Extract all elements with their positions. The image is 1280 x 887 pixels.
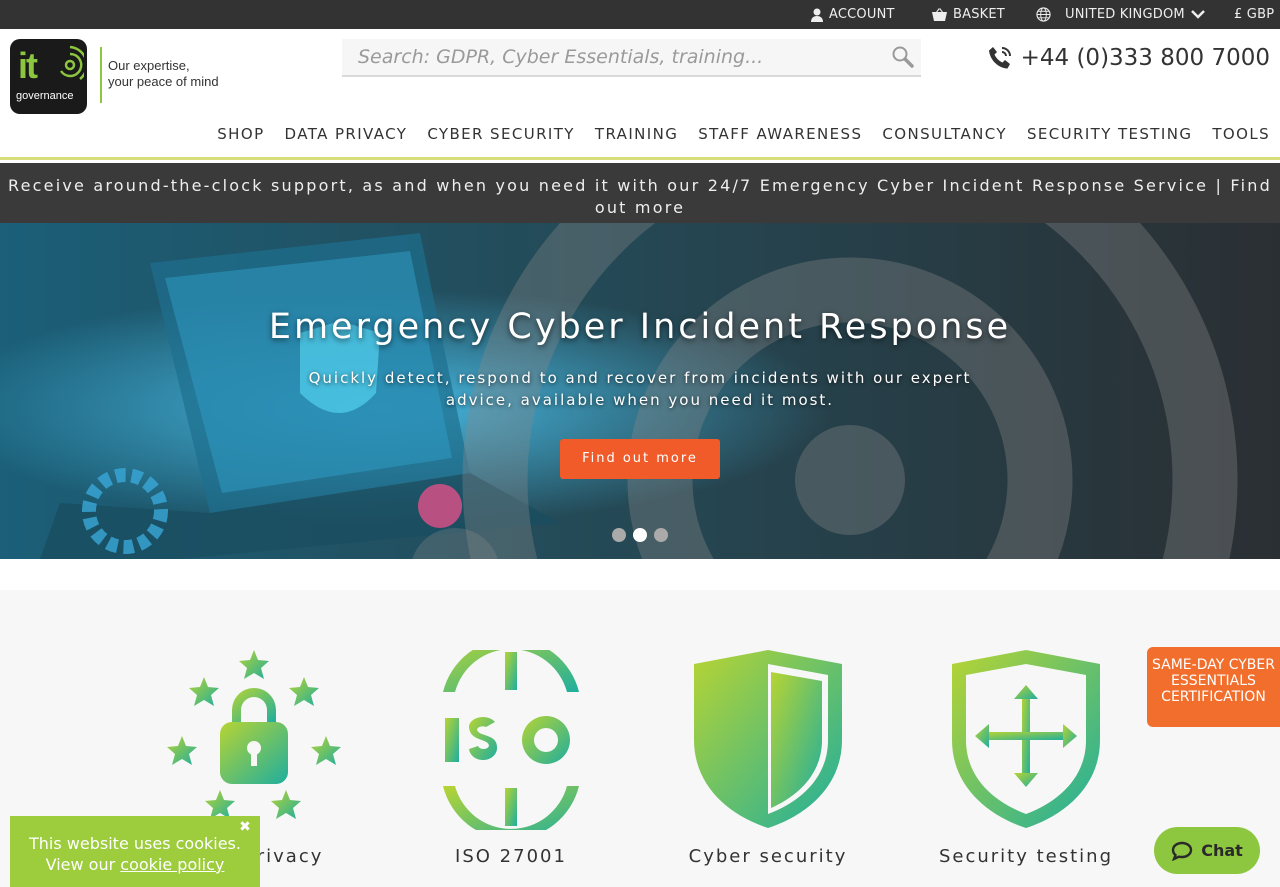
nav-item-cyber-security[interactable]: CYBER SECURITY bbox=[427, 125, 575, 143]
region-label: UNITED KINGDOM bbox=[1065, 7, 1185, 22]
carousel-dot-1[interactable] bbox=[612, 528, 626, 542]
globe-icon bbox=[1036, 7, 1051, 22]
currency-label: £ GBP bbox=[1234, 7, 1275, 22]
shield-icon bbox=[694, 650, 842, 828]
phone-icon bbox=[988, 47, 1011, 69]
logo[interactable]: it governance bbox=[10, 39, 87, 114]
search-icon[interactable] bbox=[891, 45, 915, 69]
nav-item-shop[interactable]: SHOP bbox=[217, 125, 264, 143]
nav-item-consultancy[interactable]: CONSULTANCY bbox=[882, 125, 1007, 143]
category-label: ISO 27001 bbox=[455, 846, 567, 867]
cookie-text-line-1: This website uses cookies. bbox=[29, 834, 241, 853]
cookie-banner: ✖ This website uses cookies. View our co… bbox=[10, 816, 260, 887]
phone-link[interactable]: +44 (0)333 800 7000 bbox=[987, 45, 1270, 71]
nav-item-security-testing[interactable]: SECURITY TESTING bbox=[1027, 125, 1192, 143]
carousel-dot-3[interactable] bbox=[654, 528, 668, 542]
site-header: it governance Our expertise, your peace … bbox=[0, 29, 1280, 160]
cookie-policy-link[interactable]: cookie policy bbox=[120, 855, 224, 874]
nav-item-data-privacy[interactable]: DATA PRIVACY bbox=[285, 125, 408, 143]
carousel-dot-2[interactable] bbox=[633, 528, 647, 542]
cyber-essentials-badge[interactable]: SAME-DAY CYBER ESSENTIALS CERTIFICATION bbox=[1147, 647, 1280, 727]
tagline-line-1: Our expertise, bbox=[108, 58, 190, 73]
logo-subtext: governance bbox=[16, 90, 74, 102]
search-input[interactable] bbox=[342, 39, 882, 75]
close-icon[interactable]: ✖ bbox=[238, 820, 252, 834]
tagline: Our expertise, your peace of mind bbox=[108, 58, 219, 90]
hero-carousel: Emergency Cyber Incident Response Quickl… bbox=[0, 223, 1280, 559]
hero-title: Emergency Cyber Incident Response bbox=[268, 307, 1012, 347]
category-cyber-security[interactable]: Cyber security bbox=[668, 650, 868, 867]
category-data-privacy[interactable]: Data privacy bbox=[154, 650, 354, 867]
account-label: ACCOUNT bbox=[829, 7, 895, 22]
search-bar bbox=[342, 39, 921, 77]
top-utility-bar: ACCOUNT BASKET UNITED KINGDOM £ GBP bbox=[0, 0, 1280, 29]
logo-divider bbox=[100, 47, 102, 103]
category-iso-27001[interactable]: ISO 27001 bbox=[411, 638, 611, 867]
user-icon bbox=[811, 8, 823, 22]
logo-mark: it bbox=[18, 45, 38, 86]
currency-selector[interactable]: £ GBP bbox=[1234, 0, 1274, 29]
phone-number: +44 (0)333 800 7000 bbox=[1020, 45, 1270, 71]
announcement-bar[interactable]: Receive around-the-clock support, as and… bbox=[0, 163, 1280, 238]
cookie-text-line-2: View our cookie policy bbox=[10, 854, 260, 875]
announcement-text: Receive around-the-clock support, as and… bbox=[8, 176, 1272, 217]
cookie-text-prefix: View our bbox=[45, 855, 116, 874]
basket-icon bbox=[932, 8, 947, 21]
hero-cta-button[interactable]: Find out more bbox=[560, 439, 720, 479]
tagline-line-2: your peace of mind bbox=[108, 74, 219, 89]
iso-globe-icon bbox=[443, 638, 579, 840]
nav-item-tools[interactable]: TOOLS bbox=[1212, 125, 1270, 143]
nav-item-training[interactable]: TRAINING bbox=[595, 125, 678, 143]
padlock-stars-icon bbox=[167, 650, 341, 819]
chat-bubble-icon bbox=[1172, 841, 1193, 861]
chat-label: Chat bbox=[1201, 841, 1243, 860]
category-label: Security testing bbox=[938, 846, 1114, 867]
shield-arrows-icon bbox=[952, 650, 1100, 828]
main-nav: SHOP DATA PRIVACY CYBER SECURITY TRAININ… bbox=[217, 125, 1270, 143]
nav-item-staff-awareness[interactable]: STAFF AWARENESS bbox=[698, 125, 862, 143]
basket-link[interactable]: BASKET bbox=[932, 0, 1005, 29]
hero-subtitle: Quickly detect, respond to and recover f… bbox=[308, 369, 972, 409]
logo-signal-icon bbox=[59, 45, 84, 80]
basket-label: BASKET bbox=[953, 7, 1005, 22]
region-selector[interactable]: UNITED KINGDOM bbox=[1036, 0, 1205, 29]
account-link[interactable]: ACCOUNT bbox=[811, 0, 895, 29]
chevron-down-icon bbox=[1190, 9, 1205, 19]
category-security-testing[interactable]: Security testing bbox=[926, 650, 1126, 867]
carousel-dots bbox=[612, 528, 668, 542]
chat-button[interactable]: Chat bbox=[1154, 827, 1260, 874]
category-label: Cyber security bbox=[688, 846, 848, 867]
